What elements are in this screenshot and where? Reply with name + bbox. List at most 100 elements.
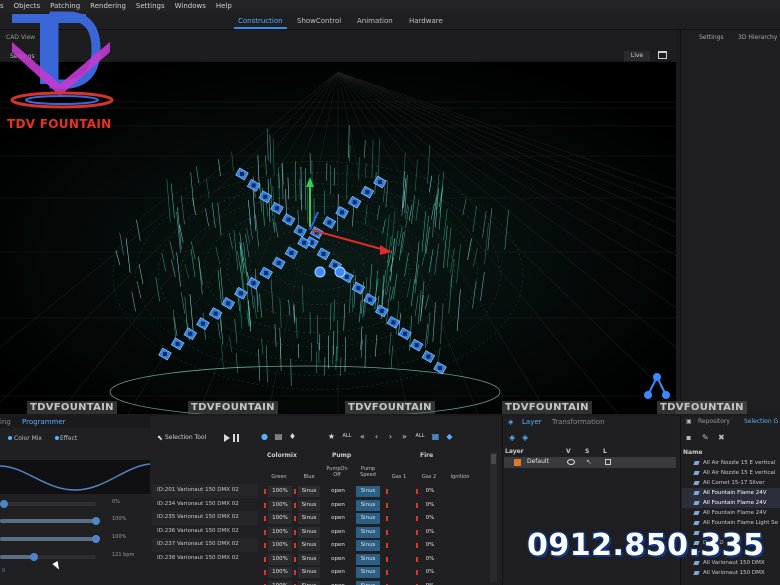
cell-pump-speed[interactable]: Sinus: [356, 486, 380, 497]
cell-blue[interactable]: Sinus: [298, 486, 320, 497]
cell-blue[interactable]: Sinus: [298, 526, 320, 538]
cell-pump-speed[interactable]: Sinus: [356, 553, 380, 565]
scroll-thumb[interactable]: [491, 454, 496, 464]
cell-pump-speed[interactable]: Sinus: [356, 526, 380, 538]
cell-pump-on[interactable]: open: [326, 500, 350, 511]
cell-ignition[interactable]: [448, 500, 474, 511]
deselect-all-button[interactable]: ALL: [414, 432, 426, 441]
fixture-row[interactable]: ID:236 Varionaut 150 DMX 02: [152, 525, 258, 539]
cell-pump-on[interactable]: open: [326, 567, 350, 578]
cell-pump-speed[interactable]: Sinus: [356, 540, 380, 551]
repository-item[interactable]: All Fountain Flame 24V: [682, 498, 780, 508]
cell-gas-2[interactable]: 0%: [418, 500, 442, 511]
repository-item[interactable]: All Fountain Flame 24V: [682, 488, 780, 498]
cell-gas-1[interactable]: [388, 513, 412, 524]
cell-gas-2[interactable]: 0%: [418, 513, 442, 524]
layers-icon[interactable]: ▤: [274, 432, 283, 441]
tab-animation[interactable]: Animation: [353, 15, 397, 27]
cell-gas-1[interactable]: [388, 567, 412, 578]
cell-gas-1[interactable]: [388, 581, 412, 585]
cell-gas-2[interactable]: 0%: [418, 554, 442, 565]
effect-tab[interactable]: Effect: [60, 435, 77, 442]
bulb-icon[interactable]: ♦: [288, 432, 297, 441]
layer-options-icon[interactable]: ◈: [522, 433, 528, 442]
cell-ignition[interactable]: [448, 554, 474, 565]
slider-track[interactable]: [0, 553, 96, 561]
repository-item[interactable]: All Comet 15-17 Silver: [682, 478, 780, 488]
cell-pump-on[interactable]: open: [326, 554, 350, 565]
tab-repository[interactable]: Repository: [698, 418, 730, 425]
cell-blue[interactable]: Sinus: [298, 567, 320, 578]
fixture-row[interactable]: ID:237 Varionaut 150 DMX 02: [152, 538, 258, 552]
repository-item[interactable]: All Fountain Flame 24V: [682, 508, 780, 518]
cell-pump-speed[interactable]: Sinus: [356, 513, 380, 524]
grid-icon[interactable]: ▦: [431, 432, 440, 441]
cell-blue[interactable]: Sinus: [298, 540, 320, 551]
eye-icon[interactable]: [567, 459, 575, 465]
star-icon[interactable]: ★: [327, 432, 336, 441]
repository-item[interactable]: All Varionaut 150 DMX: [682, 568, 780, 578]
slider-knob[interactable]: [29, 553, 38, 561]
menu-item-windows[interactable]: Windows: [175, 2, 206, 10]
globe-icon[interactable]: ●: [260, 432, 269, 441]
live-button[interactable]: Live: [624, 51, 650, 61]
repository-item[interactable]: All Air Nozzle 15 E vertical: [682, 458, 780, 468]
tab-partial[interactable]: ing: [0, 418, 11, 426]
tab-settings[interactable]: Settings: [699, 34, 724, 41]
tab-layer[interactable]: Layer: [522, 418, 542, 426]
cell-gas-2[interactable]: 0%: [418, 540, 442, 551]
cell-ignition[interactable]: [448, 540, 474, 551]
cell-blue[interactable]: Sinus: [298, 499, 320, 511]
highlight-icon[interactable]: ◆: [445, 432, 454, 441]
slider-knob[interactable]: [92, 517, 100, 525]
slider-knob[interactable]: [92, 535, 100, 543]
selection-tool-icon[interactable]: ⬉: [157, 434, 163, 442]
cell-green[interactable]: 100%: [268, 540, 292, 551]
last-icon[interactable]: »: [400, 432, 409, 441]
cell-pump-on[interactable]: open: [326, 513, 350, 524]
tab-programmer[interactable]: Programmer: [22, 418, 66, 426]
grid-scrollbar[interactable]: [490, 452, 497, 582]
cell-green[interactable]: 100%: [268, 567, 292, 578]
layer-color-swatch[interactable]: [514, 459, 521, 466]
cell-ignition[interactable]: [448, 486, 474, 497]
repository-item[interactable]: All Fountain Flame Light Se: [682, 518, 780, 528]
cell-gas-1[interactable]: [388, 500, 412, 511]
cell-ignition[interactable]: [448, 581, 474, 585]
cell-blue[interactable]: Sinus: [298, 580, 320, 585]
select-cursor-icon[interactable]: ↖: [586, 458, 592, 466]
cell-pump-on[interactable]: open: [326, 540, 350, 551]
add-layer-icon[interactable]: ◈: [509, 433, 515, 442]
play-icon[interactable]: [224, 434, 230, 442]
fixture-row[interactable]: ID:238 Varionaut 150 DMX 02: [152, 552, 258, 566]
menu-item-settings[interactable]: Settings: [136, 2, 165, 10]
cell-ignition[interactable]: [448, 567, 474, 578]
cell-gas-1[interactable]: [388, 486, 412, 497]
cell-blue[interactable]: Sinus: [298, 553, 320, 565]
menu-item-help[interactable]: Help: [216, 2, 232, 10]
cell-green[interactable]: 100%: [268, 486, 292, 497]
cell-pump-speed[interactable]: Sinus: [356, 567, 380, 578]
fixture-row[interactable]: ID:235 Varionaut 150 DMX 02: [152, 511, 258, 525]
cell-green[interactable]: 100%: [268, 526, 292, 538]
cell-green[interactable]: 100%: [268, 499, 292, 511]
prev-icon[interactable]: ‹: [372, 432, 381, 441]
cell-green[interactable]: 100%: [268, 513, 292, 524]
slider-track[interactable]: [0, 500, 96, 508]
repository-item[interactable]: All Air Nozzle 15 E vertical: [682, 468, 780, 478]
cell-pump-speed[interactable]: Sinus: [356, 580, 380, 585]
cell-gas-2[interactable]: 0%: [418, 486, 442, 497]
cell-pump-on[interactable]: open: [326, 486, 350, 497]
fixture-row[interactable]: ID:201 Varionaut 150 DMX 02: [152, 484, 258, 498]
group-icon[interactable]: ▪: [686, 433, 691, 442]
cell-pump-speed[interactable]: Sinus: [356, 499, 380, 511]
cell-blue[interactable]: Sinus: [298, 513, 320, 524]
color-mix-tab[interactable]: Color Mix: [14, 435, 42, 442]
cell-gas-2[interactable]: 0%: [418, 567, 442, 578]
tab-transformation[interactable]: Transformation: [552, 418, 605, 426]
cell-gas-1[interactable]: [388, 554, 412, 565]
cell-gas-1[interactable]: [388, 540, 412, 551]
pause-icon[interactable]: [233, 434, 239, 442]
tab-showcontrol[interactable]: ShowControl: [293, 15, 345, 27]
cell-ignition[interactable]: [448, 527, 474, 538]
